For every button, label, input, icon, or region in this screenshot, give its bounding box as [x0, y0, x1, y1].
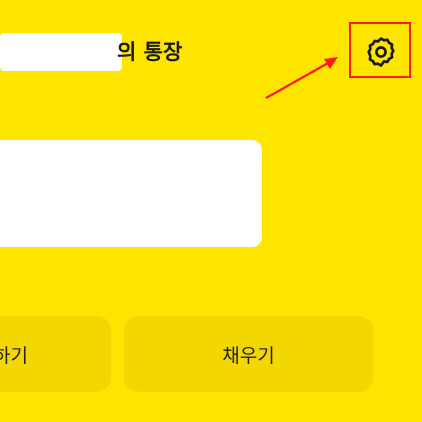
account-screen: 의 통장 하기 채우기	[0, 0, 422, 422]
fill-button[interactable]: 채우기	[124, 316, 373, 392]
action-left-label: 하기	[0, 344, 28, 367]
page-title-suffix: 의 통장	[117, 40, 183, 64]
redacted-balance-card	[0, 140, 262, 247]
action-button-left[interactable]: 하기	[0, 316, 111, 392]
fill-button-label: 채우기	[222, 344, 275, 367]
settings-highlight-box	[349, 22, 411, 78]
redacted-account-name	[0, 33, 122, 71]
